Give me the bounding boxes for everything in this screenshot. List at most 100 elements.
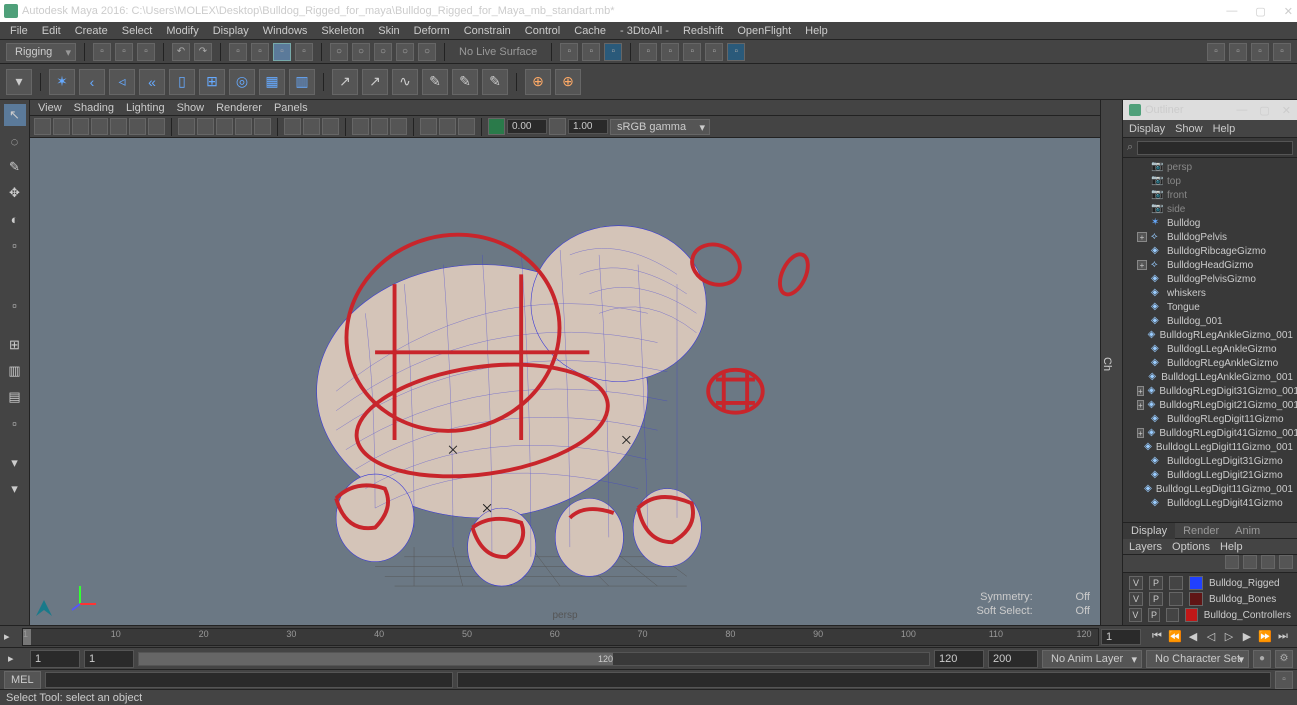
outliner-toggle-icon[interactable]: ▾ xyxy=(4,452,26,474)
menu-cache[interactable]: Cache xyxy=(568,23,612,39)
panel-menu-renderer[interactable]: Renderer xyxy=(216,102,262,114)
shelf-item-12-icon[interactable]: ∿ xyxy=(392,69,418,95)
shelf-item-6-icon[interactable]: ⊞ xyxy=(199,69,225,95)
move-tool[interactable]: ✥ xyxy=(4,182,26,204)
sidebar-toggle-3-icon[interactable]: ▫ xyxy=(1251,43,1269,61)
layer-menu-help[interactable]: Help xyxy=(1220,541,1243,553)
shelf-item-5-icon[interactable]: ▯ xyxy=(169,69,195,95)
character-set-selector[interactable]: No Character Set xyxy=(1146,650,1249,668)
outliner-search-input[interactable] xyxy=(1137,141,1293,155)
outliner-item[interactable]: +⟡BulldogPelvis xyxy=(1123,230,1297,244)
grid-icon[interactable] xyxy=(91,118,108,135)
play-backward-button[interactable]: ◁ xyxy=(1203,629,1219,645)
xray-joints-icon[interactable] xyxy=(322,118,339,135)
isolate-icon[interactable] xyxy=(284,118,301,135)
layout-two-icon[interactable]: ▥ xyxy=(4,360,26,382)
close-button[interactable]: ✕ xyxy=(1284,5,1293,18)
menu-skeleton[interactable]: Skeleton xyxy=(315,23,370,39)
outliner-item[interactable]: ◈BulldogLLegDigit41Gizmo xyxy=(1123,496,1297,510)
shelf-item-11-icon[interactable]: ↗ xyxy=(362,69,388,95)
outliner-menu-help[interactable]: Help xyxy=(1213,123,1236,135)
shelf-item-9-icon[interactable]: ▥ xyxy=(289,69,315,95)
outliner-item[interactable]: ◈BulldogRLegAnkleGizmo xyxy=(1123,356,1297,370)
rotate-tool[interactable]: ◐ xyxy=(4,208,26,230)
outliner-item[interactable]: 📷top xyxy=(1123,174,1297,188)
render-settings-icon[interactable]: ▫ xyxy=(683,43,701,61)
sidebar-toggle-4-icon[interactable]: ▫ xyxy=(1273,43,1291,61)
select-tool[interactable]: ↖ xyxy=(4,104,26,126)
menu-help[interactable]: Help xyxy=(799,23,834,39)
outliner-minimize-button[interactable]: — xyxy=(1236,104,1247,117)
outliner-menu-display[interactable]: Display xyxy=(1129,123,1165,135)
sel-hierarchy-icon[interactable]: ▫ xyxy=(229,43,247,61)
outliner-tree[interactable]: 📷persp📷top📷front📷side✶Bulldog+⟡BulldogPe… xyxy=(1123,158,1297,522)
snap-point-icon[interactable]: ○ xyxy=(374,43,392,61)
sel-mask-icon[interactable]: ▫ xyxy=(295,43,313,61)
gamma-icon[interactable] xyxy=(458,118,475,135)
layer-type-toggle[interactable] xyxy=(1166,608,1179,622)
image-plane-icon[interactable] xyxy=(72,118,89,135)
outliner-menu-show[interactable]: Show xyxy=(1175,123,1203,135)
shelf-item-13-icon[interactable]: ✎ xyxy=(422,69,448,95)
sidebar-toggle-1-icon[interactable]: ▫ xyxy=(1207,43,1225,61)
shelf-item-1-icon[interactable]: ✶ xyxy=(49,69,75,95)
viewport-20-icon[interactable] xyxy=(488,118,505,135)
menu-windows[interactable]: Windows xyxy=(257,23,314,39)
script-language-selector[interactable]: MEL xyxy=(4,671,41,689)
lights-icon[interactable] xyxy=(235,118,252,135)
menu-select[interactable]: Select xyxy=(116,23,159,39)
outliner-item[interactable]: +◈BulldogRLegDigit31Gizmo_001 xyxy=(1123,384,1297,398)
film-gate-icon[interactable] xyxy=(110,118,127,135)
outliner-item[interactable]: ◈BulldogLLegAnkleGizmo xyxy=(1123,342,1297,356)
xray-icon[interactable] xyxy=(303,118,320,135)
anim-layer-selector[interactable]: No Anim Layer xyxy=(1042,650,1142,668)
sel-component-icon[interactable]: ▫ xyxy=(273,43,291,61)
outliner-item[interactable]: ◈Bulldog_001 xyxy=(1123,314,1297,328)
render-view-icon[interactable]: ▫ xyxy=(705,43,723,61)
menu-display[interactable]: Display xyxy=(207,23,255,39)
step-forward-button[interactable]: ▶ xyxy=(1239,629,1255,645)
layer-color-swatch[interactable] xyxy=(1185,608,1198,622)
outliner-item[interactable]: ◈BulldogRibcageGizmo xyxy=(1123,244,1297,258)
layout-four-icon[interactable]: ⊞ xyxy=(4,334,26,356)
shaded-icon[interactable] xyxy=(197,118,214,135)
panel-menu-lighting[interactable]: Lighting xyxy=(126,102,165,114)
step-back-button[interactable]: ◀ xyxy=(1185,629,1201,645)
shelf-item-4-icon[interactable]: « xyxy=(139,69,165,95)
resolution-gate-icon[interactable] xyxy=(129,118,146,135)
outliner-item[interactable]: ◈BulldogLLegDigit11Gizmo_001 xyxy=(1123,440,1297,454)
maximize-button[interactable]: ▢ xyxy=(1255,5,1265,18)
prefs-icon[interactable]: ⚙ xyxy=(1275,650,1293,668)
panel-menu-panels[interactable]: Panels xyxy=(274,102,308,114)
outliner-item[interactable]: ◈BulldogRLegAnkleGizmo_001 xyxy=(1123,328,1297,342)
menu-openflight[interactable]: OpenFlight xyxy=(731,23,797,39)
panel-menu-shading[interactable]: Shading xyxy=(74,102,114,114)
current-frame-field[interactable] xyxy=(1101,629,1141,645)
graph-toggle-icon[interactable]: ▾ xyxy=(4,478,26,500)
open-scene-icon[interactable]: ▫ xyxy=(115,43,133,61)
menu-redshift[interactable]: Redshift xyxy=(677,23,729,39)
snap-grid-icon[interactable]: ○ xyxy=(330,43,348,61)
menu-control[interactable]: Control xyxy=(519,23,566,39)
expand-icon[interactable]: + xyxy=(1137,428,1144,438)
time-slider-track[interactable]: 1102030405060708090100110120 xyxy=(22,628,1099,646)
layer-playback-toggle[interactable]: P xyxy=(1149,592,1163,606)
sel-object-icon[interactable]: ▫ xyxy=(251,43,269,61)
outliner-item[interactable]: ◈BulldogLLegAnkleGizmo_001 xyxy=(1123,370,1297,384)
outliner-item[interactable]: ◈BulldogLLegDigit11Gizmo_001 xyxy=(1123,482,1297,496)
step-back-key-button[interactable]: ⏪ xyxy=(1167,629,1183,645)
paint-select-tool[interactable]: ✎ xyxy=(4,156,26,178)
outliner-item[interactable]: ◈BulldogLLegDigit31Gizmo xyxy=(1123,454,1297,468)
layout-single-icon[interactable]: ▫ xyxy=(4,294,26,316)
range-collapse-icon[interactable]: ▸ xyxy=(8,652,22,666)
layer-playback-toggle[interactable]: P xyxy=(1148,608,1161,622)
layer-color-swatch[interactable] xyxy=(1189,576,1203,590)
range-start-field[interactable] xyxy=(30,650,80,668)
shelf-item-15-icon[interactable]: ✎ xyxy=(482,69,508,95)
textured-icon[interactable] xyxy=(216,118,233,135)
new-scene-icon[interactable]: ▫ xyxy=(93,43,111,61)
layer-visibility-toggle[interactable]: V xyxy=(1129,576,1143,590)
dof-icon[interactable] xyxy=(390,118,407,135)
exposure-icon[interactable] xyxy=(439,118,456,135)
outliner-maximize-button[interactable]: ▢ xyxy=(1259,104,1269,117)
